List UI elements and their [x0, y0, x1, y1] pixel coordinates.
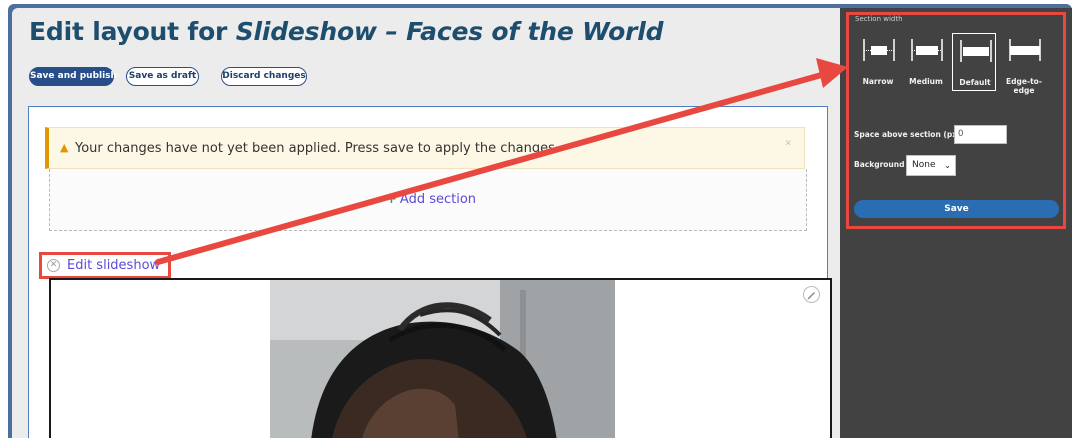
portrait-image: [270, 280, 615, 438]
width-option-label: Default: [959, 78, 991, 87]
chevron-down-icon: ⌄: [944, 161, 951, 170]
add-section-area: + Add section: [49, 169, 807, 231]
background-label: Background: [854, 160, 905, 169]
save-and-publish-button[interactable]: Save and publish: [29, 67, 117, 86]
page-title: Edit layout for Slideshow – Faces of the…: [29, 17, 664, 46]
add-section-link[interactable]: + Add section: [386, 192, 476, 207]
close-icon[interactable]: ✕: [784, 139, 792, 149]
background-select[interactable]: None ⌄: [906, 155, 956, 176]
slideshow-block[interactable]: [49, 278, 832, 438]
remove-block-icon[interactable]: ✕: [47, 259, 60, 272]
save-as-draft-button[interactable]: Save as draft: [126, 67, 199, 86]
plus-icon: +: [386, 192, 397, 207]
page-title-name: Slideshow – Faces of the World: [235, 17, 664, 46]
width-option-label: Narrow: [862, 77, 894, 86]
add-section-label: Add section: [399, 192, 477, 207]
screenshot-frame: Edit layout for Slideshow – Faces of the…: [0, 0, 1076, 438]
default-width-icon: [960, 40, 992, 62]
warning-message: Your changes have not yet been applied. …: [75, 141, 560, 156]
pencil-icon[interactable]: [803, 286, 820, 303]
space-above-input[interactable]: 0: [954, 125, 1007, 144]
warning-triangle-icon: ▲: [60, 141, 69, 154]
save-button[interactable]: Save: [854, 200, 1059, 218]
width-option-label: Edge-to-edge: [1006, 77, 1042, 95]
width-option-label: Medium: [909, 77, 943, 86]
medium-width-icon: [911, 39, 943, 61]
discard-changes-button[interactable]: Discard changes: [221, 67, 307, 86]
layout-editor-main: Edit layout for Slideshow – Faces of the…: [12, 8, 840, 438]
edit-slideshow-link[interactable]: ✕ Edit slideshow: [39, 252, 171, 279]
page-title-prefix: Edit layout for: [29, 17, 236, 46]
edge-to-edge-width-icon: [1009, 39, 1041, 61]
unsaved-changes-warning: ▲ Your changes have not yet been applied…: [45, 127, 805, 169]
narrow-width-icon: [863, 39, 895, 61]
section-width-label: Section width: [855, 15, 903, 23]
width-option-narrow[interactable]: Narrow: [856, 33, 900, 91]
background-select-value: None: [912, 160, 936, 170]
width-option-default[interactable]: Default: [952, 33, 996, 91]
width-option-edge-to-edge[interactable]: Edge-to-edge: [1002, 33, 1046, 95]
edit-slideshow-label: Edit slideshow: [67, 258, 161, 273]
width-option-medium[interactable]: Medium: [904, 33, 948, 91]
space-above-label: Space above section (px): [854, 130, 961, 139]
slideshow-photo: [270, 280, 615, 438]
